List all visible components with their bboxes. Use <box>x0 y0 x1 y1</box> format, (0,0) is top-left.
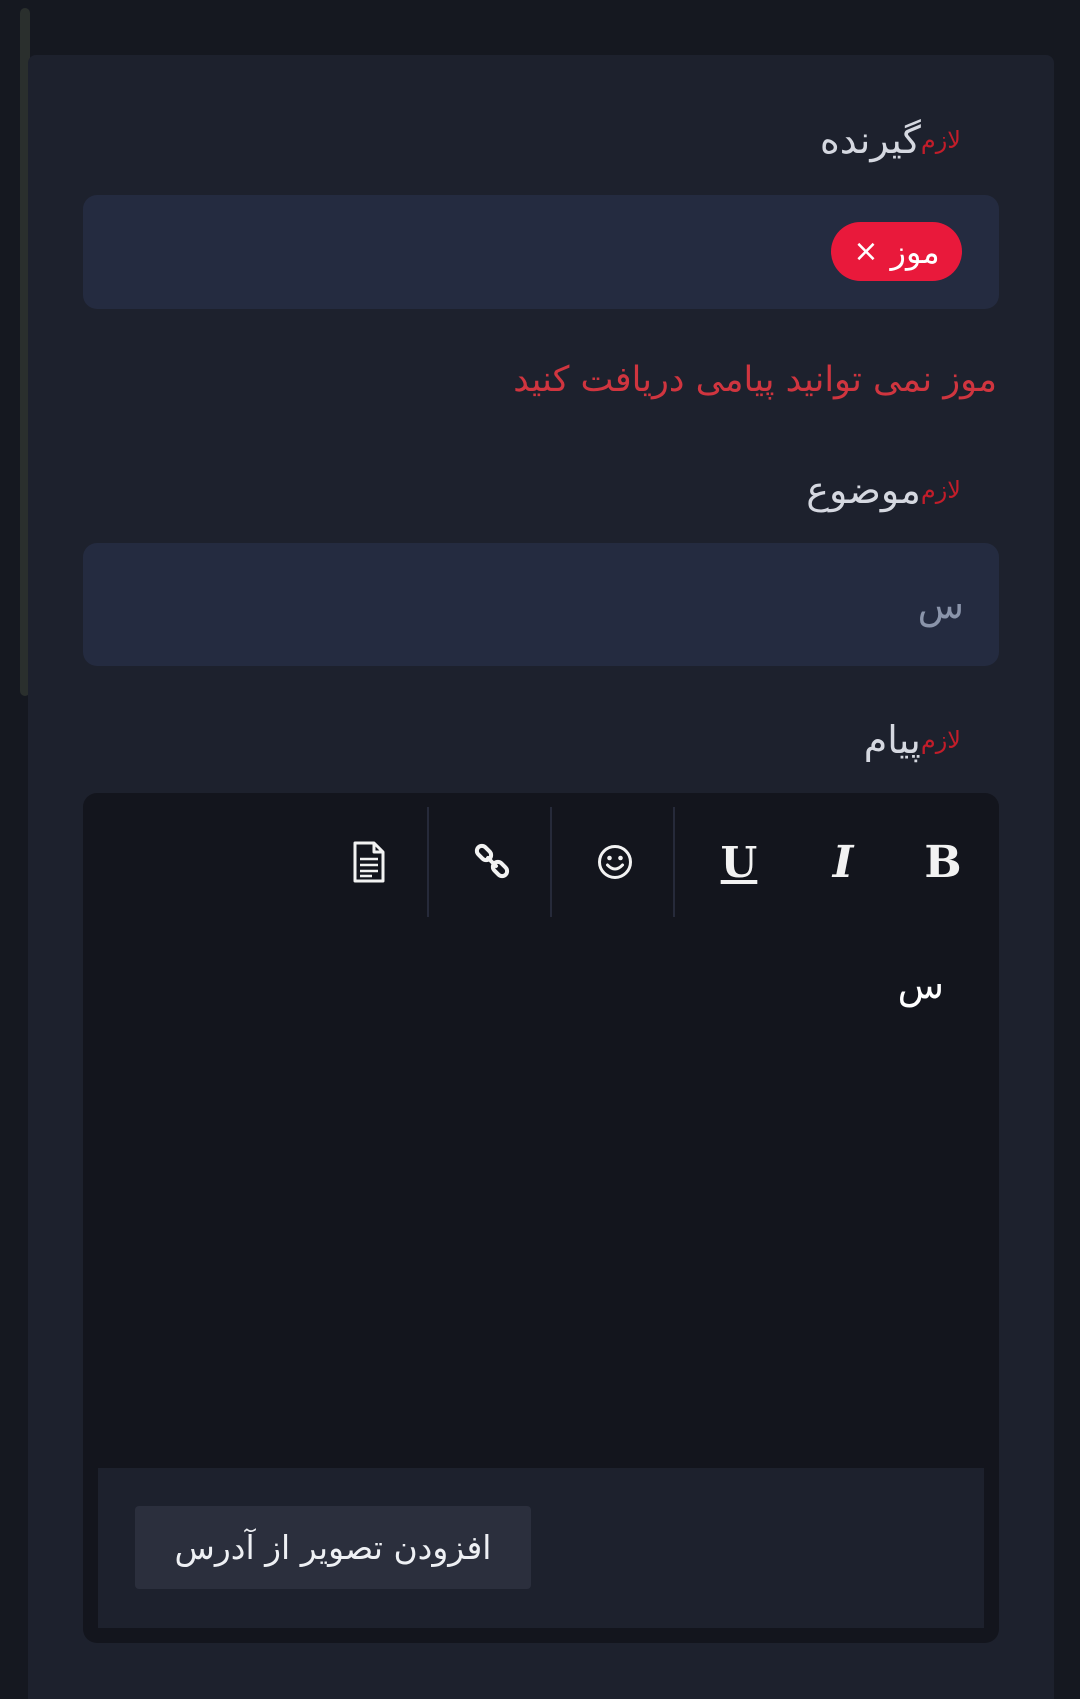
chip-remove-icon[interactable]: × <box>853 234 878 269</box>
editor-footer: افزودن تصویر از آدرس <box>98 1468 984 1628</box>
message-required: لازم <box>920 726 961 754</box>
bold-icon: B <box>924 836 962 888</box>
bold-button[interactable]: B <box>893 807 993 917</box>
add-image-from-url-button[interactable]: افزودن تصویر از آدرس <box>135 1506 531 1589</box>
recipient-label-row: گیرنده لازم <box>820 118 997 162</box>
document-icon <box>353 841 385 883</box>
toolbar-divider <box>427 807 429 917</box>
recipient-label: گیرنده <box>819 118 921 162</box>
italic-icon: I <box>832 836 854 888</box>
message-label: پیام <box>863 718 921 762</box>
link-icon <box>474 843 510 879</box>
emoji-button[interactable] <box>565 807 665 917</box>
recipient-error: موز نمی توانید پیامی دریافت کنید <box>513 360 997 400</box>
message-editor: B I U س افزودن تصویر از آدرس <box>83 793 999 1643</box>
italic-button[interactable]: I <box>793 807 893 917</box>
smiley-icon <box>598 845 632 879</box>
editor-toolbar: B I U <box>83 807 999 917</box>
subject-label-row: موضوع لازم <box>806 468 997 512</box>
recipient-input[interactable]: موز × <box>83 195 999 309</box>
toolbar-divider <box>550 807 552 917</box>
recipient-chip-label: موز <box>890 232 940 271</box>
subject-input[interactable]: س <box>83 543 999 666</box>
subject-required: لازم <box>920 476 961 504</box>
link-button[interactable] <box>442 807 542 917</box>
message-body[interactable]: س <box>898 963 944 1007</box>
recipient-required: لازم <box>920 126 961 154</box>
subject-label: موضوع <box>806 468 921 512</box>
toolbar-divider <box>673 807 675 917</box>
subject-value: س <box>917 582 964 627</box>
underline-icon: U <box>720 837 758 887</box>
message-label-row: پیام لازم <box>864 718 997 762</box>
template-button[interactable] <box>319 807 419 917</box>
underline-button[interactable]: U <box>689 807 789 917</box>
recipient-chip: موز × <box>831 222 962 281</box>
